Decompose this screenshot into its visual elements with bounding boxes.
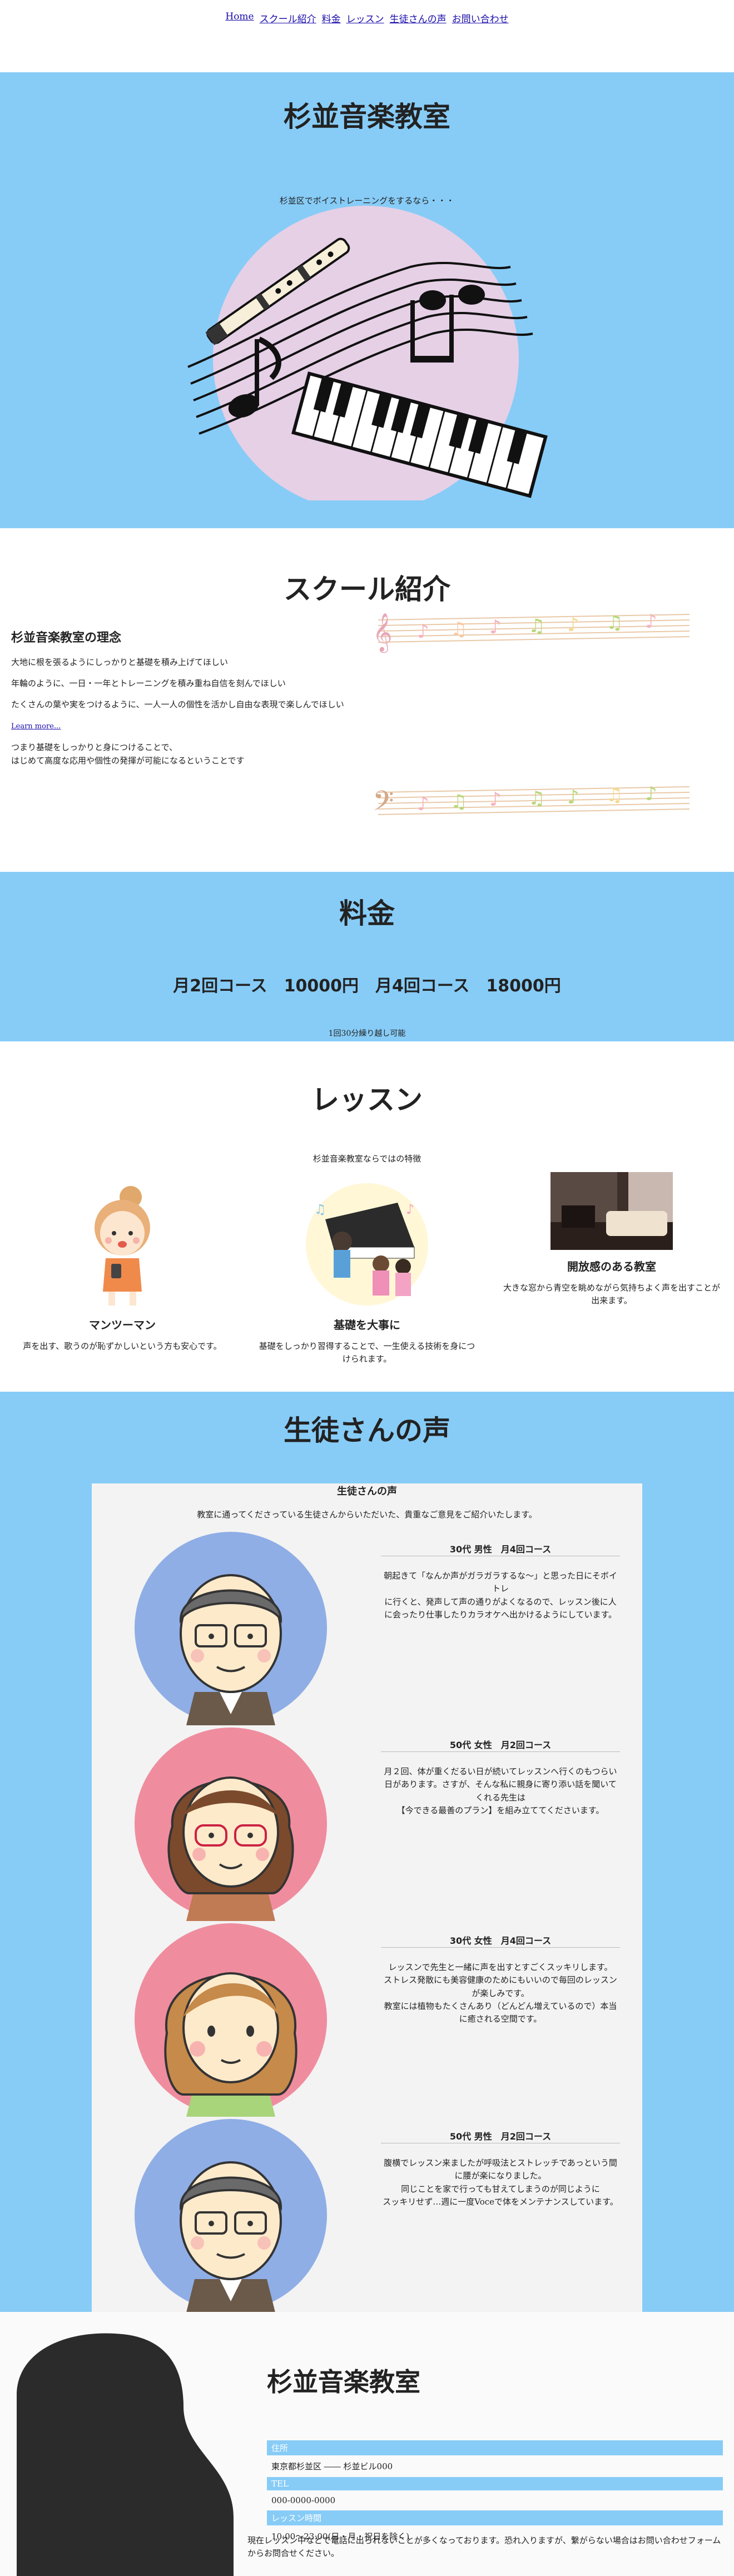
reviews-panel-title: 生徒さんの声 (337, 1486, 397, 1497)
review-text: 月２回、体が重くだるい日が続いてレッスンへ行くのもつらい日があります。さすが、そ… (384, 1766, 617, 1815)
piano-lesson-illustration: ♪ ♫ (306, 1183, 428, 1306)
svg-text:𝄞: 𝄞 (373, 613, 392, 653)
classroom-photo (550, 1172, 673, 1250)
fee-section: 料金 月2回コース 10000円 月4回コース 18000円 1回30分繰り越し… (0, 872, 734, 1041)
feature-card: マンツーマン 声を出す、歌うのが恥ずかしいという方も安心です。 (0, 1180, 245, 1353)
nav-home-link[interactable]: Home (225, 11, 254, 22)
philosophy-title: 杉並音楽教室の理念 (11, 631, 122, 645)
feature-card: 開放感のある教室 大きな窓から青空を眺めながら気持ちよく声を出すことが出来ます。 (489, 1172, 734, 1307)
music-staff-illustration: 𝄞 ♪ ♫ ♪ ♫ ♪ ♫ ♪ (373, 611, 690, 653)
review-card: 50代 男性 月2回コース 腹横でレッスン来ましたが呼吸法とストレッチであっとい… (92, 2118, 642, 2312)
address-label: 住所 (267, 2440, 723, 2455)
nav-fee-link[interactable]: 料金 (322, 11, 341, 25)
address-value: 東京都杉並区 ―― 杉並ビル000 (271, 2461, 393, 2471)
review-author: 50代 女性 月2回コース (449, 1740, 552, 1750)
feature-title: 基礎を大事に (334, 1318, 400, 1332)
review-card: 30代 女性 月4回コース レッスンで先生と一緒に声を出すとすごくスッキリします… (92, 1922, 642, 2117)
woman-glasses-avatar (135, 1728, 327, 1921)
review-divider (381, 1751, 620, 1752)
review-card: 50代 女性 月2回コース 月２回、体が重くだるい日が続いてレッスンへ行くのもつ… (92, 1726, 642, 1921)
music-instruments-illustration (187, 206, 548, 500)
contact-info: 住所 東京都杉並区 ―― 杉並ビル000 TEL 000-0000-0000 レ… (267, 2437, 723, 2544)
nav-contact-link[interactable]: お問い合わせ (452, 11, 509, 25)
review-text: 朝起きて「なんか声がガラガラするな～」と思った日にそボイトレ に行くと、発声して… (384, 1571, 617, 1620)
reviews-intro: 教室に通ってくださっている生徒さんからいただいた、貴重なご意見をご紹介いたします… (197, 1510, 537, 1520)
tel-label: TEL (267, 2477, 723, 2490)
philosophy-closing: つまり基礎をしっかりと身につけることで、 はじめて高度な応用や個性の発揮が可能に… (11, 742, 245, 766)
svg-text:♪: ♪ (489, 616, 502, 638)
hours-label: レッスン時間 (267, 2510, 723, 2525)
svg-text:♫: ♫ (528, 787, 545, 810)
feature-text: 基礎をしっかり習得することで、一生使える技術を身につけられます。 (259, 1341, 475, 1364)
philosophy-line: たくさんの葉や実をつけるように、一人一人の個性を活かし自由な表現で楽しんでほしい (11, 699, 344, 710)
nav-voice-link[interactable]: 生徒さんの声 (390, 11, 447, 25)
review-text: レッスンで先生と一緒に声を出すとすごくスッキリします。 ストレス発散にも美容健康… (384, 1962, 617, 2024)
top-nav: Home スクール紹介 料金 レッスン 生徒さんの声 お問い合わせ (0, 0, 734, 72)
feature-text: 大きな窓から青空を眺めながら気持ちよく声を出すことが出来ます。 (503, 1283, 720, 1306)
svg-text:♪: ♪ (417, 621, 429, 643)
voice-section: 生徒さんの声 生徒さんの声 教室に通ってくださっている生徒さんからいただいた、貴… (0, 1392, 734, 2312)
man-avatar (135, 2119, 327, 2312)
man-avatar (135, 1532, 327, 1725)
contact-message: 現在レッスン中などで電話に出られないことが多くなっております。恐れ入りますが、繋… (247, 2535, 721, 2559)
hero-section: 杉並音楽教室 杉並区でボイストレーニングをするなら・・・ (0, 72, 734, 528)
lesson-section: レッスン 杉並音楽教室ならではの特徴 マンツーマン 声を出す、歌うのが恥ずかしい… (0, 1041, 734, 1392)
svg-text:♪: ♪ (489, 788, 502, 811)
feature-text: 声を出す、歌うのが恥ずかしいという方も安心です。 (23, 1341, 222, 1351)
svg-text:♪: ♪ (645, 783, 657, 805)
review-author: 50代 男性 月2回コース (449, 2131, 552, 2142)
hero-subtitle: 杉並区でボイストレーニングをするなら・・・ (279, 196, 455, 206)
svg-text:♫: ♫ (606, 784, 623, 806)
tel-value: 000-0000-0000 (271, 2495, 336, 2505)
svg-text:♫: ♫ (314, 1202, 326, 1217)
review-divider (381, 1947, 620, 1948)
contact-section: 杉並音楽教室 住所 東京都杉並区 ―― 杉並ビル000 TEL 000-0000… (0, 2312, 734, 2576)
fee-note: 1回30分繰り越し可能 (328, 1029, 406, 1038)
svg-text:♪: ♪ (406, 1202, 414, 1217)
svg-text:𝄢: 𝄢 (373, 785, 394, 824)
svg-text:♪: ♪ (567, 786, 579, 808)
grand-piano-silhouette (17, 2333, 234, 2576)
hero-title: 杉並音楽教室 (284, 101, 450, 133)
svg-text:♫: ♫ (528, 615, 545, 637)
school-title: スクール紹介 (284, 573, 450, 605)
fee-plans: 月2回コース 10000円 月4回コース 18000円 (173, 976, 561, 996)
review-text: 腹横でレッスン来ましたが呼吸法とストレッチであっという間に腰が楽になりました。 … (383, 2158, 618, 2207)
fee-title: 料金 (339, 897, 395, 930)
reviews-panel: 生徒さんの声 教室に通ってくださっている生徒さんからいただいた、貴重なご意見をご… (92, 1483, 642, 2312)
woman-avatar (135, 1923, 327, 2117)
review-author: 30代 女性 月4回コース (449, 1935, 552, 1946)
footer-title: 杉並音楽教室 (267, 2367, 420, 2397)
music-staff-illustration: 𝄢 ♪ ♫ ♪ ♫ ♪ ♫ ♪ (373, 783, 690, 824)
svg-text:♪: ♪ (417, 793, 429, 815)
svg-text:♫: ♫ (606, 612, 623, 634)
svg-text:♪: ♪ (567, 614, 579, 636)
review-card: 30代 男性 月4回コース 朝起きて「なんか声がガラガラするな～」と思った日にそ… (92, 1531, 642, 1725)
svg-text:♪: ♪ (645, 611, 657, 633)
voice-title: 生徒さんの声 (284, 1414, 450, 1447)
philosophy-line: 年輪のように、一日・一年とトレーニングを積み重ね自信を刻んでほしい (11, 678, 286, 689)
school-section: スクール紹介 杉並音楽教室の理念 大地に根を張るようにしっかりと基礎を積み上げて… (0, 528, 734, 872)
svg-text:♫: ♫ (450, 618, 467, 641)
singing-girl-illustration (95, 1186, 150, 1306)
nav-lesson-link[interactable]: レッスン (346, 11, 384, 25)
lesson-title: レッスン (311, 1084, 423, 1116)
feature-card: ♪ ♫ 基礎を大事に 基礎をしっかり習得することで、一生使える技術を身につけられ… (245, 1180, 489, 1365)
review-author: 30代 男性 月4回コース (449, 1544, 552, 1555)
nav-school-link[interactable]: スクール紹介 (260, 11, 316, 25)
svg-text:♫: ♫ (450, 791, 467, 813)
feature-title: 開放感のある教室 (567, 1260, 656, 1273)
feature-title: マンツーマン (89, 1318, 156, 1332)
philosophy-block: 杉並音楽教室の理念 大地に根を張るようにしっかりと基礎を積み上げてほしい 年輪の… (11, 628, 378, 775)
learn-more-link[interactable]: Learn more... (11, 722, 61, 731)
philosophy-line: 大地に根を張るようにしっかりと基礎を積み上げてほしい (11, 657, 229, 668)
lesson-subtitle: 杉並音楽教室ならではの特徴 (313, 1154, 421, 1164)
